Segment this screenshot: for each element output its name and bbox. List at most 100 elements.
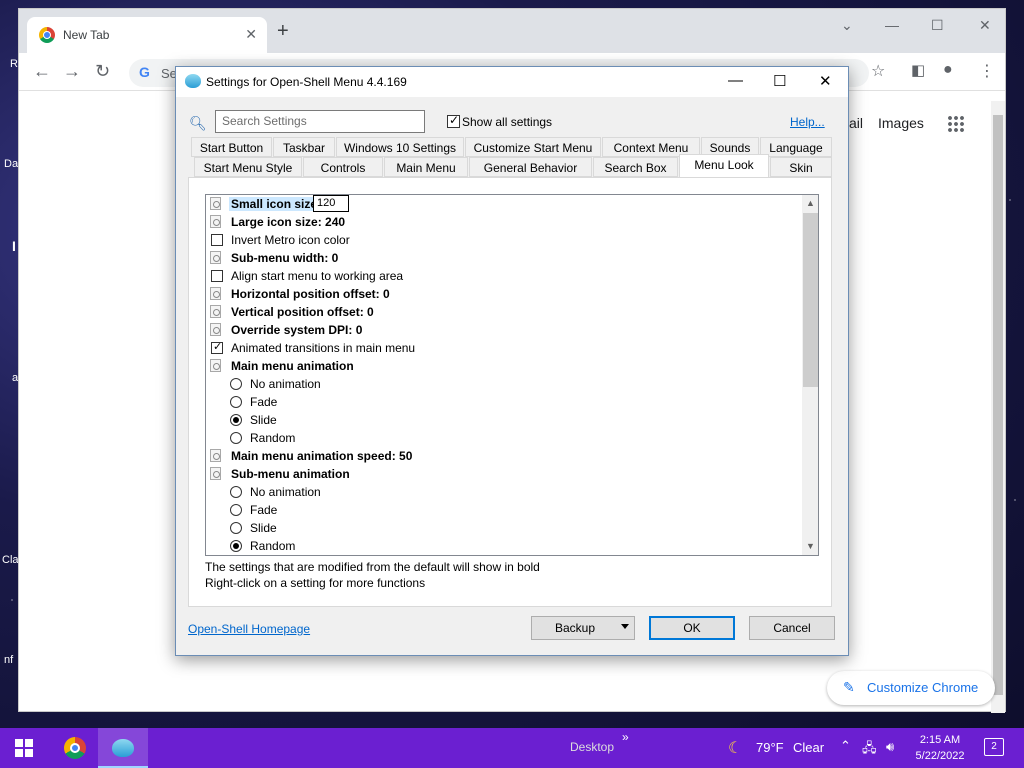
help-link[interactable]: Help... <box>790 115 825 129</box>
radio-sub-slide[interactable]: Slide <box>206 519 802 537</box>
network-icon[interactable]: 🖧︎ <box>862 739 877 761</box>
radio-button[interactable] <box>230 432 242 444</box>
weather-temperature[interactable]: 79°F <box>756 740 784 755</box>
checkbox[interactable] <box>211 234 223 246</box>
radio-main-fade[interactable]: Fade <box>206 393 802 411</box>
setting-sub-menu-animation[interactable]: Sub-menu animation <box>206 465 802 483</box>
windows-start-icon[interactable] <box>15 739 33 757</box>
forward-arrow-icon[interactable]: → <box>63 61 81 82</box>
backup-button[interactable]: Backup <box>531 616 635 640</box>
customize-chrome-button[interactable]: ✎ Customize Chrome <box>827 671 995 705</box>
tab-controls[interactable]: Controls <box>303 157 383 177</box>
images-link[interactable]: Images <box>878 115 924 131</box>
volume-icon[interactable]: 🔊︎ <box>886 739 894 755</box>
show-hidden-icons-chevron-icon[interactable]: ⌃ <box>840 738 851 754</box>
close-window-icon[interactable]: ✕ <box>979 17 991 34</box>
minimize-icon[interactable]: — <box>885 17 899 33</box>
side-panel-icon[interactable]: ◧ <box>911 61 925 79</box>
setting-large-icon-size[interactable]: Large icon size: 240 <box>206 213 802 231</box>
setting-vertical-position-offset[interactable]: Vertical position offset: 0 <box>206 303 802 321</box>
ok-button[interactable]: OK <box>649 616 735 640</box>
radio-button[interactable] <box>230 504 242 516</box>
tab-general-behavior[interactable]: General Behavior <box>469 157 592 177</box>
scrollbar-thumb[interactable] <box>993 115 1003 695</box>
tab-search-chevron-icon[interactable]: ⌄ <box>841 17 853 34</box>
radio-button[interactable] <box>230 378 242 390</box>
toolbar-chevron-icon[interactable]: » <box>622 730 629 744</box>
radio-button[interactable] <box>230 414 242 426</box>
dialog-title-bar[interactable]: Settings for Open-Shell Menu 4.4.169 — ☐… <box>176 67 848 97</box>
radio-main-slide[interactable]: Slide <box>206 411 802 429</box>
tab-start-menu-style[interactable]: Start Menu Style <box>194 157 302 177</box>
show-all-settings-label[interactable]: Show all settings <box>462 115 552 129</box>
setting-label: Override system DPI: 0 <box>231 323 363 337</box>
setting-small-icon-size[interactable]: Small icon size 120 <box>206 195 802 213</box>
checkbox[interactable] <box>211 270 223 282</box>
tab-language[interactable]: Language <box>760 137 832 157</box>
dialog-maximize-icon[interactable]: ☐ <box>773 72 786 90</box>
small-icon-size-input[interactable]: 120 <box>313 195 349 212</box>
notification-center-icon[interactable]: 2 <box>984 738 1004 756</box>
setting-sub-menu-width[interactable]: Sub-menu width: 0 <box>206 249 802 267</box>
setting-invert-metro-icon-color[interactable]: Invert Metro icon color <box>206 231 802 249</box>
setting-label: Small icon size <box>229 197 320 211</box>
radio-sub-no-animation[interactable]: No animation <box>206 483 802 501</box>
show-all-settings-checkbox[interactable] <box>447 113 460 128</box>
open-shell-homepage-link[interactable]: Open-Shell Homepage <box>188 622 310 636</box>
radio-button[interactable] <box>230 522 242 534</box>
tab-search-box[interactable]: Search Box <box>593 157 678 177</box>
desktop-toolbar-label[interactable]: Desktop <box>570 740 614 754</box>
radio-main-no-animation[interactable]: No animation <box>206 375 802 393</box>
browser-tab-new-tab[interactable]: New Tab ✕ <box>27 17 267 53</box>
moon-weather-icon[interactable]: ☾ <box>728 738 742 758</box>
open-shell-icon <box>112 739 134 757</box>
setting-horizontal-position-offset[interactable]: Horizontal position offset: 0 <box>206 285 802 303</box>
profile-avatar-icon[interactable]: ● <box>943 61 953 79</box>
tab-menu-look[interactable]: Menu Look <box>679 154 769 178</box>
radio-sub-random[interactable]: Random <box>206 537 802 555</box>
google-apps-icon[interactable] <box>947 115 965 133</box>
dialog-minimize-icon[interactable]: — <box>728 72 743 89</box>
search-settings-input[interactable]: Search Settings <box>215 110 425 133</box>
new-tab-button[interactable]: + <box>277 21 289 41</box>
setting-animated-transitions[interactable]: Animated transitions in main menu <box>206 339 802 357</box>
tab-close-icon[interactable]: ✕ <box>245 26 257 43</box>
tab-taskbar[interactable]: Taskbar <box>273 137 335 157</box>
back-arrow-icon[interactable]: ← <box>33 61 51 82</box>
scroll-down-arrow-icon[interactable]: ▼ <box>806 541 815 551</box>
tab-skin[interactable]: Skin <box>770 157 832 177</box>
system-clock[interactable]: 2:15 AM 5/22/2022 <box>914 732 966 764</box>
chrome-menu-icon[interactable]: ⋮ <box>979 61 995 81</box>
tab-windows-10-settings[interactable]: Windows 10 Settings <box>336 137 464 157</box>
bookmark-star-icon[interactable]: ☆ <box>871 61 885 81</box>
radio-sub-fade[interactable]: Fade <box>206 501 802 519</box>
cancel-button[interactable]: Cancel <box>749 616 835 640</box>
radio-button[interactable] <box>230 486 242 498</box>
scrollbar-thumb[interactable] <box>803 213 818 387</box>
tab-customize-start-menu[interactable]: Customize Start Menu <box>465 137 601 157</box>
setting-icon <box>210 287 221 300</box>
tab-start-button[interactable]: Start Button <box>191 137 272 157</box>
reload-icon[interactable]: ↻ <box>95 61 110 82</box>
setting-label: Horizontal position offset: 0 <box>231 287 390 301</box>
dialog-close-icon[interactable]: ✕ <box>819 72 832 90</box>
radio-button[interactable] <box>230 396 242 408</box>
gmail-link[interactable]: ail <box>849 115 863 131</box>
tab-main-menu[interactable]: Main Menu <box>384 157 468 177</box>
radio-main-random[interactable]: Random <box>206 429 802 447</box>
dropdown-arrow-icon <box>621 624 629 629</box>
tab-panel-menu-look: Small icon size 120 Large icon size: 240… <box>188 177 832 607</box>
setting-main-menu-animation-speed[interactable]: Main menu animation speed: 50 <box>206 447 802 465</box>
weather-description[interactable]: Clear <box>793 740 824 755</box>
settings-list-scrollbar[interactable]: ▲ ▼ <box>802 195 818 555</box>
scroll-up-arrow-icon[interactable]: ▲ <box>806 198 815 208</box>
setting-align-start-menu[interactable]: Align start menu to working area <box>206 267 802 285</box>
page-scrollbar[interactable] <box>991 101 1005 713</box>
maximize-icon[interactable]: ☐ <box>931 17 944 34</box>
setting-main-menu-animation[interactable]: Main menu animation <box>206 357 802 375</box>
radio-button[interactable] <box>230 540 242 552</box>
open-shell-taskbar-button[interactable] <box>98 728 148 768</box>
checkbox[interactable] <box>211 340 223 354</box>
chrome-taskbar-icon[interactable] <box>64 737 86 759</box>
setting-override-system-dpi[interactable]: Override system DPI: 0 <box>206 321 802 339</box>
